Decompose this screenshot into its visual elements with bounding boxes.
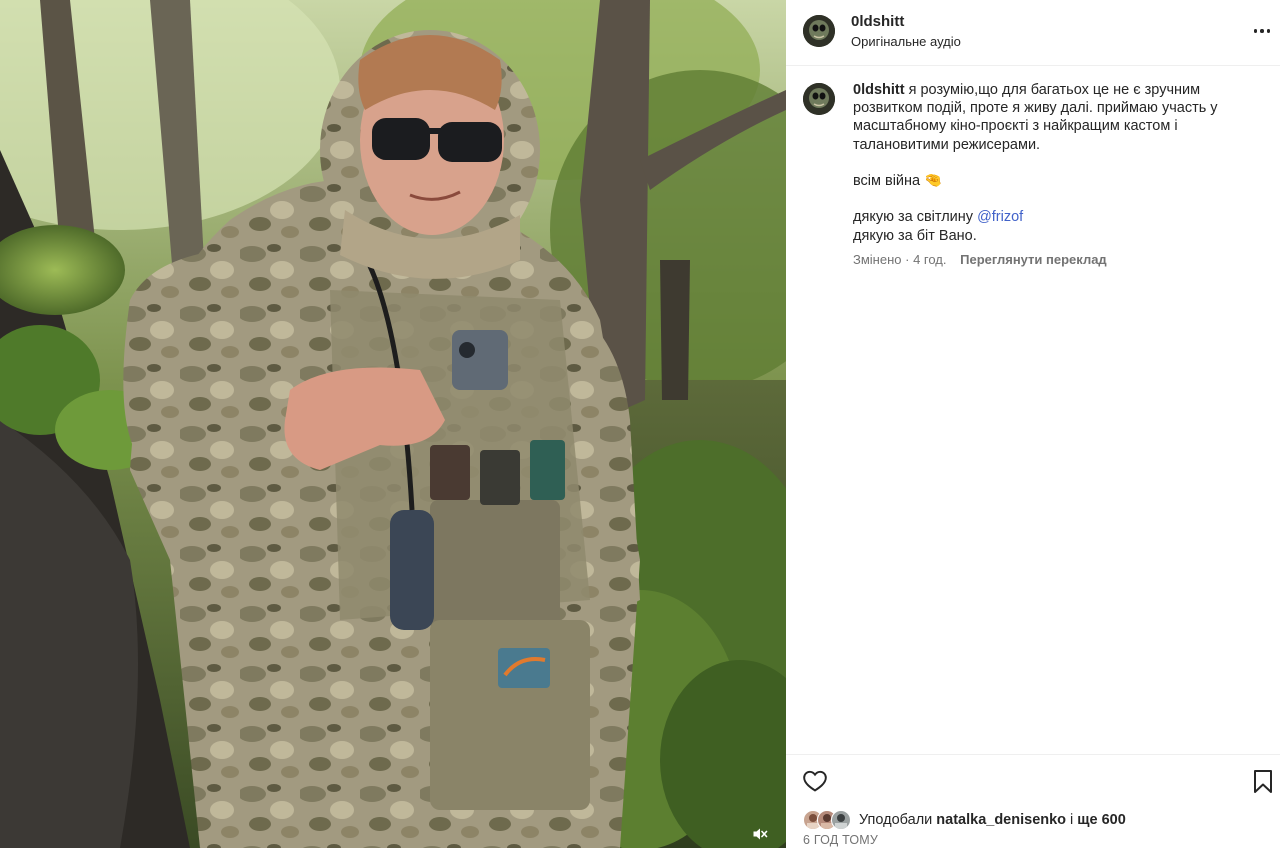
mention-link[interactable]: @frizof [977,209,1023,225]
post-side-panel: 0ldshitt Оригінальне аудіо 0ldshitt я ро… [786,0,1280,848]
liker-username[interactable]: natalka_denisenko [936,812,1066,828]
author-avatar[interactable] [803,15,835,47]
more-dot-icon [1266,29,1271,33]
save-button[interactable] [1252,769,1276,795]
more-dot-icon [1253,29,1258,33]
likes-count[interactable]: ще 600 [1077,812,1126,828]
speaker-muted-icon [753,828,768,840]
more-options-button[interactable] [1250,20,1274,42]
mute-button[interactable] [748,822,772,846]
caption-line-war: всім війна 🤏 [853,173,943,189]
avatar-image [803,15,835,47]
avatar-image [803,83,835,115]
liker-avatars [803,810,853,830]
more-dot-icon [1260,29,1264,33]
see-translation-button[interactable]: Переглянути переклад [960,252,1107,267]
author-username[interactable]: 0ldshitt [851,13,904,30]
like-button[interactable] [802,768,828,794]
edited-time: 4 год. [913,252,947,267]
caption-main-text: я розумію,що для багатьох це не є зручни… [853,82,1218,153]
caption-author-avatar[interactable] [803,83,835,115]
likes-summary: Уподобали natalka_denisenko і ще 600 [803,809,1126,831]
post-video-frame [0,0,786,848]
liker-avatar [831,810,851,830]
caption-photo-prefix: дякую за світлину [853,209,974,226]
edited-label: Змінено [853,252,902,267]
post-header: 0ldshitt Оригінальне аудіо [786,0,1280,66]
caption-text: 0ldshitt я розумію,що для багатьох це не… [853,81,1243,245]
post-timestamp[interactable]: 6 ГОД ТОМУ [803,833,878,847]
post-actions: Уподобали natalka_denisenko і ще 600 6 Г… [786,754,1280,848]
caption-username[interactable]: 0ldshitt [853,82,905,98]
likes-joiner: і [1070,812,1074,828]
likes-prefix: Уподобали [859,812,933,828]
audio-link[interactable]: Оригінальне аудіо [851,34,961,49]
post-media[interactable] [0,0,786,848]
bookmark-icon [1254,770,1272,793]
caption-line-beat: дякую за біт Вано. [853,227,977,244]
caption-paragraph: 0ldshitt я розумію,що для багатьох це не… [853,81,1243,154]
heart-icon [803,770,827,792]
caption-meta: Змінено · 4 год. Переглянути переклад [853,252,1107,267]
caption-line-photo: дякую за світлину @frizof [853,208,1243,226]
instagram-post-view: 0ldshitt Оригінальне аудіо 0ldshitt я ро… [0,0,1280,848]
